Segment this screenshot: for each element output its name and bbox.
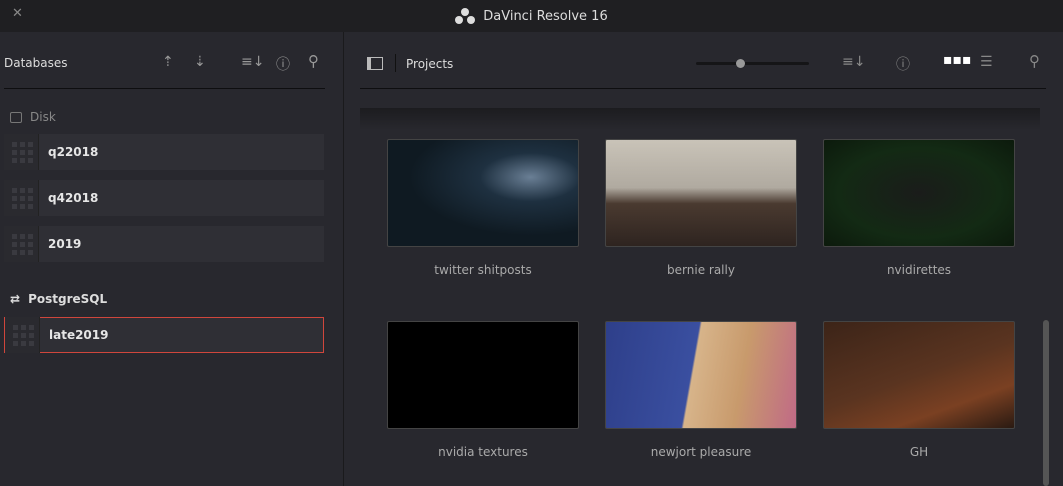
database-item[interactable]: q42018 bbox=[4, 180, 324, 216]
project-name: twitter shitposts bbox=[434, 263, 532, 277]
project-card[interactable]: nvidia textures bbox=[387, 321, 579, 459]
info-icon[interactable]: ⓘ bbox=[276, 54, 290, 74]
divider bbox=[395, 54, 396, 72]
project-thumbnail bbox=[387, 139, 579, 247]
project-card[interactable]: GH bbox=[823, 321, 1015, 459]
upload-icon[interactable]: ⇡ bbox=[162, 54, 174, 70]
database-item-selected[interactable]: late2019 bbox=[4, 317, 324, 353]
close-icon[interactable]: ✕ bbox=[12, 6, 23, 21]
download-icon[interactable]: ⇣ bbox=[194, 54, 206, 70]
window-title: DaVinci Resolve 16 bbox=[483, 8, 608, 24]
database-icon bbox=[5, 317, 40, 353]
grid-view-icon[interactable]: ▪▪▪ bbox=[943, 52, 971, 68]
search-icon[interactable]: ⚲ bbox=[308, 52, 319, 70]
project-thumbnail bbox=[823, 321, 1015, 429]
slider-handle[interactable] bbox=[736, 59, 745, 68]
disk-icon bbox=[10, 111, 22, 123]
database-icon bbox=[4, 180, 39, 216]
network-arrows-icon: ⇄ bbox=[10, 292, 21, 306]
project-card[interactable]: bernie rally bbox=[605, 139, 797, 277]
divider bbox=[360, 88, 1046, 89]
section-label: PostgreSQL bbox=[28, 292, 108, 306]
project-thumbnail bbox=[605, 139, 797, 247]
project-name: bernie rally bbox=[667, 263, 735, 277]
projects-header: Projects bbox=[406, 57, 454, 71]
database-item[interactable]: q22018 bbox=[4, 134, 324, 170]
database-name: late2019 bbox=[49, 328, 109, 342]
section-disk: Disk bbox=[10, 110, 56, 124]
project-thumbnail bbox=[387, 321, 579, 429]
project-thumbnail bbox=[823, 139, 1015, 247]
projects-grid: twitter shitposts bernie rally nvidirett… bbox=[360, 108, 1040, 486]
databases-header: Databases bbox=[4, 56, 68, 70]
davinci-logo-icon bbox=[455, 8, 476, 24]
database-icon bbox=[4, 134, 39, 170]
project-card[interactable]: newjort pleasure bbox=[605, 321, 797, 459]
project-card[interactable]: twitter shitposts bbox=[387, 139, 579, 277]
sort-icon[interactable]: ≡↓ bbox=[241, 54, 264, 70]
project-thumbnail bbox=[605, 321, 797, 429]
database-name: q22018 bbox=[48, 145, 99, 159]
project-name: nvidirettes bbox=[886, 263, 952, 277]
database-icon bbox=[4, 226, 39, 262]
sort-icon[interactable]: ≡↓ bbox=[842, 54, 865, 70]
database-name: 2019 bbox=[48, 237, 82, 251]
scrollbar[interactable] bbox=[1043, 320, 1049, 486]
project-name: nvidia textures bbox=[438, 445, 528, 459]
database-name: q42018 bbox=[48, 191, 99, 205]
databases-panel: Databases ⇡ ⇣ ≡↓ ⓘ ⚲ Disk q22018 q42018 … bbox=[0, 32, 344, 486]
list-view-icon[interactable]: ☰ bbox=[980, 54, 993, 70]
project-card[interactable]: nvidirettes bbox=[823, 139, 1015, 277]
search-icon[interactable]: ⚲ bbox=[1029, 52, 1040, 70]
section-postgresql: ⇄ PostgreSQL bbox=[10, 292, 107, 306]
title-bar: ✕ DaVinci Resolve 16 bbox=[0, 0, 1063, 32]
section-label: Disk bbox=[30, 110, 56, 124]
info-icon[interactable]: ⓘ bbox=[896, 54, 910, 74]
divider bbox=[4, 88, 325, 89]
database-item[interactable]: 2019 bbox=[4, 226, 324, 262]
toggle-sidebar-icon[interactable] bbox=[367, 57, 383, 70]
projects-panel: Projects ≡↓ ⓘ ▪▪▪ ☰ ⚲ twitter shitposts … bbox=[345, 32, 1063, 486]
project-name: GH bbox=[909, 445, 929, 459]
project-name: newjort pleasure bbox=[650, 445, 752, 459]
zoom-slider[interactable] bbox=[696, 59, 809, 68]
